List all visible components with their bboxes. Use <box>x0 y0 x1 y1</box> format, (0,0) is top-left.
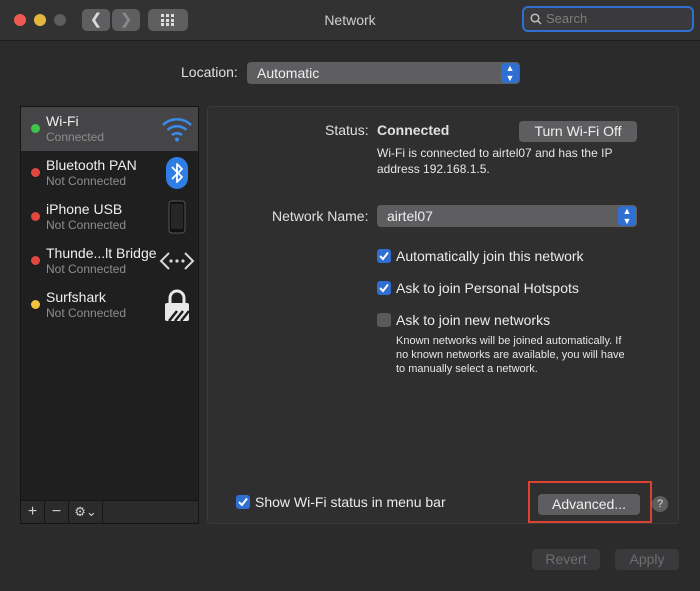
menu-bar-status-checkbox[interactable] <box>236 495 250 509</box>
service-item-wifi[interactable]: Wi-Fi Connected <box>21 107 198 151</box>
add-service-button[interactable]: + <box>21 501 45 523</box>
search-input[interactable]: Search <box>522 6 694 32</box>
service-status: Not Connected <box>46 218 127 232</box>
known-networks-note-line3: to manually select a network. <box>396 363 538 375</box>
checkmark-icon <box>379 251 389 261</box>
search-placeholder: Search <box>546 11 588 26</box>
remove-service-button[interactable]: − <box>45 501 69 523</box>
status-value: Connected <box>377 122 450 138</box>
location-label: Location: <box>181 64 238 80</box>
search-icon <box>530 13 542 25</box>
location-popup[interactable]: Automatic ▲ ▼ <box>247 62 520 84</box>
service-list-toolbar: + − ⚙⌄ <box>20 501 199 524</box>
apply-button[interactable]: Apply <box>615 549 679 570</box>
status-dot-red <box>31 256 40 265</box>
status-dot-red <box>31 212 40 221</box>
service-status: Not Connected <box>46 174 127 188</box>
service-item-thunderbolt-bridge[interactable]: Thunde...lt Bridge Not Connected <box>21 239 198 283</box>
service-name: Bluetooth PAN <box>46 157 137 173</box>
status-dot-green <box>31 124 40 133</box>
service-item-surfshark[interactable]: Surfshark Not Connected <box>21 283 198 327</box>
service-actions-menu[interactable]: ⚙⌄ <box>69 501 103 523</box>
turn-wifi-off-button[interactable]: Turn Wi-Fi Off <box>519 121 637 142</box>
network-name-value: airtel07 <box>387 208 433 224</box>
status-dot-red <box>31 168 40 177</box>
status-dot-yellow <box>31 300 40 309</box>
iphone-icon <box>168 200 186 234</box>
service-status: Connected <box>46 130 105 144</box>
new-networks-label: Ask to join new networks <box>396 312 551 328</box>
service-status: Not Connected <box>46 306 127 320</box>
auto-join-label: Automatically join this network <box>396 248 584 264</box>
known-networks-note-line1: Known networks will be joined automatica… <box>396 335 622 347</box>
menu-bar-status-label: Show Wi-Fi status in menu bar <box>255 494 446 510</box>
help-button[interactable]: ? <box>652 496 668 512</box>
highlight-annotation <box>528 481 652 523</box>
new-networks-checkbox[interactable] <box>377 313 391 327</box>
service-name: Surfshark <box>46 289 106 305</box>
status-description-line2: address 192.168.1.5. <box>377 162 490 176</box>
checkmark-icon <box>238 497 248 507</box>
service-name: Thunde...lt Bridge <box>46 245 157 261</box>
service-status: Not Connected <box>46 262 127 276</box>
location-value: Automatic <box>257 65 320 81</box>
network-name-label: Network Name: <box>272 208 369 224</box>
service-name: Wi-Fi <box>46 113 79 129</box>
status-label: Status: <box>325 122 369 138</box>
service-name: iPhone USB <box>46 201 123 217</box>
wifi-icon <box>162 118 192 142</box>
personal-hotspots-label: Ask to join Personal Hotspots <box>396 280 579 296</box>
bluetooth-icon <box>166 157 188 189</box>
checkmark-icon <box>379 283 389 293</box>
popup-stepper-icon: ▲ ▼ <box>501 63 519 83</box>
title-bar: ❮ ❯ Network Search <box>0 0 700 41</box>
popup-stepper-icon: ▲ ▼ <box>618 206 636 226</box>
status-description-line1: Wi-Fi is connected to airtel07 and has t… <box>377 146 613 160</box>
known-networks-note-line2: no known networks are available, you wil… <box>396 349 625 361</box>
revert-button[interactable]: Revert <box>532 549 600 570</box>
personal-hotspots-checkbox[interactable] <box>377 281 391 295</box>
service-list: Wi-Fi Connected Bluetooth PAN Not Connec… <box>20 106 199 501</box>
vpn-lock-icon <box>165 289 190 322</box>
auto-join-checkbox[interactable] <box>377 249 391 263</box>
service-item-iphone-usb[interactable]: iPhone USB Not Connected <box>21 195 198 239</box>
network-name-popup[interactable]: airtel07 ▲ ▼ <box>377 205 637 227</box>
thunderbolt-bridge-icon <box>159 252 195 270</box>
service-item-bluetooth-pan[interactable]: Bluetooth PAN Not Connected <box>21 151 198 195</box>
